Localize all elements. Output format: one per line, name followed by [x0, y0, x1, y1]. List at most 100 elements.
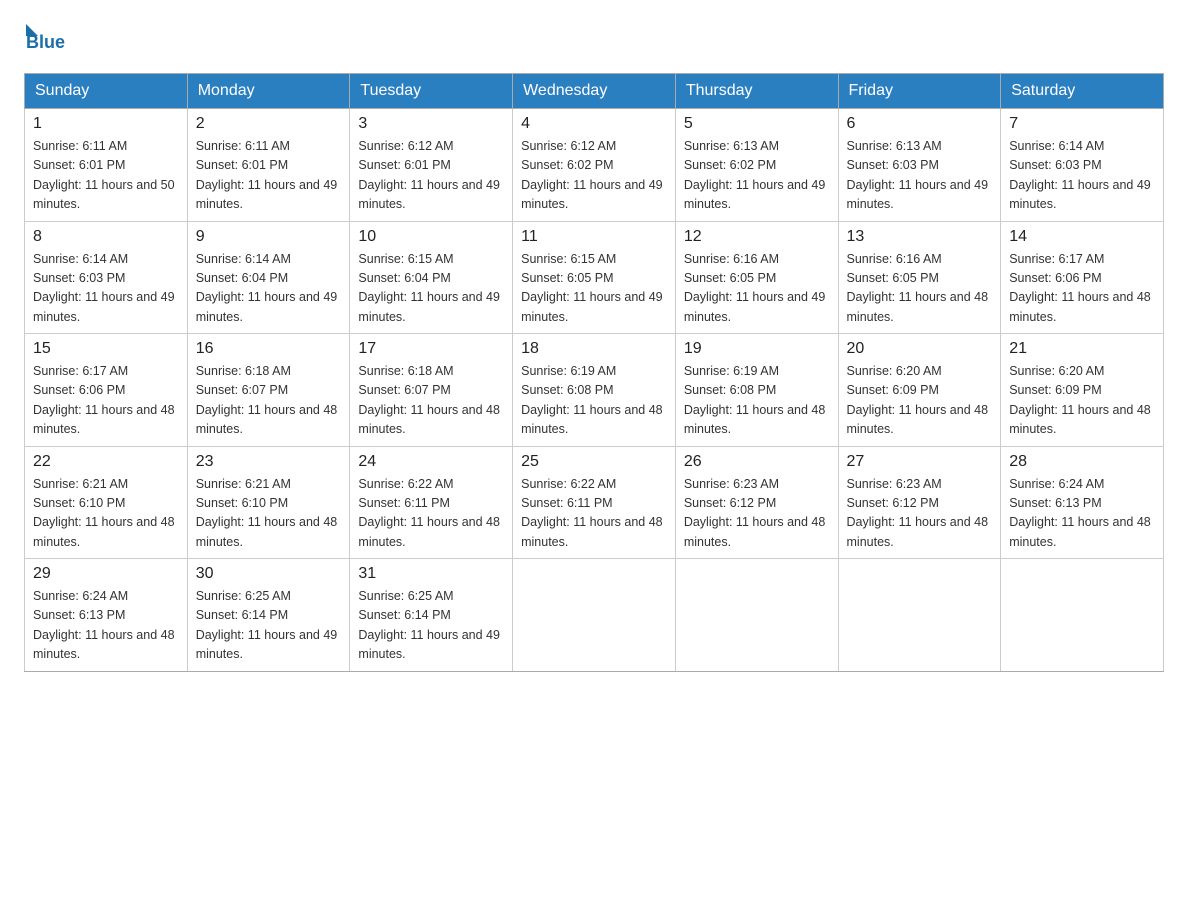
calendar-day-cell: 24 Sunrise: 6:22 AM Sunset: 6:11 PM Dayl… — [350, 446, 513, 559]
day-info: Sunrise: 6:18 AM Sunset: 6:07 PM Dayligh… — [196, 362, 342, 440]
calendar-header-row: SundayMondayTuesdayWednesdayThursdayFrid… — [25, 74, 1164, 109]
day-number: 26 — [684, 453, 830, 471]
day-number: 23 — [196, 453, 342, 471]
day-info: Sunrise: 6:11 AM Sunset: 6:01 PM Dayligh… — [196, 137, 342, 215]
logo-subtitle: Blue — [26, 32, 65, 53]
day-number: 19 — [684, 340, 830, 358]
calendar-day-cell: 20 Sunrise: 6:20 AM Sunset: 6:09 PM Dayl… — [838, 334, 1001, 447]
day-number: 31 — [358, 565, 504, 583]
day-number: 3 — [358, 115, 504, 133]
day-number: 21 — [1009, 340, 1155, 358]
calendar-day-cell: 26 Sunrise: 6:23 AM Sunset: 6:12 PM Dayl… — [675, 446, 838, 559]
calendar-day-cell — [838, 559, 1001, 672]
day-number: 14 — [1009, 228, 1155, 246]
calendar-week-row: 29 Sunrise: 6:24 AM Sunset: 6:13 PM Dayl… — [25, 559, 1164, 672]
day-info: Sunrise: 6:23 AM Sunset: 6:12 PM Dayligh… — [684, 475, 830, 553]
day-number: 1 — [33, 115, 179, 133]
day-number: 28 — [1009, 453, 1155, 471]
day-info: Sunrise: 6:25 AM Sunset: 6:14 PM Dayligh… — [196, 587, 342, 665]
day-info: Sunrise: 6:23 AM Sunset: 6:12 PM Dayligh… — [847, 475, 993, 553]
day-number: 12 — [684, 228, 830, 246]
day-info: Sunrise: 6:19 AM Sunset: 6:08 PM Dayligh… — [521, 362, 667, 440]
day-number: 16 — [196, 340, 342, 358]
day-number: 13 — [847, 228, 993, 246]
calendar-day-cell: 29 Sunrise: 6:24 AM Sunset: 6:13 PM Dayl… — [25, 559, 188, 672]
day-number: 6 — [847, 115, 993, 133]
calendar-week-row: 15 Sunrise: 6:17 AM Sunset: 6:06 PM Dayl… — [25, 334, 1164, 447]
day-info: Sunrise: 6:15 AM Sunset: 6:05 PM Dayligh… — [521, 250, 667, 328]
calendar-day-cell: 5 Sunrise: 6:13 AM Sunset: 6:02 PM Dayli… — [675, 109, 838, 222]
calendar-day-cell — [675, 559, 838, 672]
calendar-day-cell: 8 Sunrise: 6:14 AM Sunset: 6:03 PM Dayli… — [25, 221, 188, 334]
calendar-day-cell: 13 Sunrise: 6:16 AM Sunset: 6:05 PM Dayl… — [838, 221, 1001, 334]
day-of-week-header: Wednesday — [513, 74, 676, 109]
calendar-day-cell — [1001, 559, 1164, 672]
day-info: Sunrise: 6:19 AM Sunset: 6:08 PM Dayligh… — [684, 362, 830, 440]
day-of-week-header: Saturday — [1001, 74, 1164, 109]
calendar-day-cell: 18 Sunrise: 6:19 AM Sunset: 6:08 PM Dayl… — [513, 334, 676, 447]
calendar-day-cell: 10 Sunrise: 6:15 AM Sunset: 6:04 PM Dayl… — [350, 221, 513, 334]
calendar-day-cell: 15 Sunrise: 6:17 AM Sunset: 6:06 PM Dayl… — [25, 334, 188, 447]
day-number: 24 — [358, 453, 504, 471]
calendar-day-cell: 16 Sunrise: 6:18 AM Sunset: 6:07 PM Dayl… — [187, 334, 350, 447]
calendar-day-cell: 31 Sunrise: 6:25 AM Sunset: 6:14 PM Dayl… — [350, 559, 513, 672]
day-info: Sunrise: 6:12 AM Sunset: 6:02 PM Dayligh… — [521, 137, 667, 215]
calendar-day-cell: 21 Sunrise: 6:20 AM Sunset: 6:09 PM Dayl… — [1001, 334, 1164, 447]
day-info: Sunrise: 6:14 AM Sunset: 6:04 PM Dayligh… — [196, 250, 342, 328]
calendar-day-cell: 1 Sunrise: 6:11 AM Sunset: 6:01 PM Dayli… — [25, 109, 188, 222]
day-info: Sunrise: 6:17 AM Sunset: 6:06 PM Dayligh… — [1009, 250, 1155, 328]
day-info: Sunrise: 6:15 AM Sunset: 6:04 PM Dayligh… — [358, 250, 504, 328]
day-info: Sunrise: 6:21 AM Sunset: 6:10 PM Dayligh… — [196, 475, 342, 553]
day-number: 4 — [521, 115, 667, 133]
day-number: 30 — [196, 565, 342, 583]
day-info: Sunrise: 6:12 AM Sunset: 6:01 PM Dayligh… — [358, 137, 504, 215]
page-header: Blue — [24, 24, 1164, 53]
calendar-day-cell: 6 Sunrise: 6:13 AM Sunset: 6:03 PM Dayli… — [838, 109, 1001, 222]
day-number: 17 — [358, 340, 504, 358]
day-number: 5 — [684, 115, 830, 133]
day-info: Sunrise: 6:22 AM Sunset: 6:11 PM Dayligh… — [521, 475, 667, 553]
day-info: Sunrise: 6:25 AM Sunset: 6:14 PM Dayligh… — [358, 587, 504, 665]
calendar-table: SundayMondayTuesdayWednesdayThursdayFrid… — [24, 73, 1164, 672]
calendar-day-cell: 14 Sunrise: 6:17 AM Sunset: 6:06 PM Dayl… — [1001, 221, 1164, 334]
calendar-week-row: 1 Sunrise: 6:11 AM Sunset: 6:01 PM Dayli… — [25, 109, 1164, 222]
day-info: Sunrise: 6:18 AM Sunset: 6:07 PM Dayligh… — [358, 362, 504, 440]
day-info: Sunrise: 6:13 AM Sunset: 6:02 PM Dayligh… — [684, 137, 830, 215]
day-info: Sunrise: 6:24 AM Sunset: 6:13 PM Dayligh… — [33, 587, 179, 665]
calendar-day-cell: 7 Sunrise: 6:14 AM Sunset: 6:03 PM Dayli… — [1001, 109, 1164, 222]
calendar-day-cell: 19 Sunrise: 6:19 AM Sunset: 6:08 PM Dayl… — [675, 334, 838, 447]
day-info: Sunrise: 6:14 AM Sunset: 6:03 PM Dayligh… — [1009, 137, 1155, 215]
day-number: 15 — [33, 340, 179, 358]
day-info: Sunrise: 6:22 AM Sunset: 6:11 PM Dayligh… — [358, 475, 504, 553]
calendar-day-cell: 17 Sunrise: 6:18 AM Sunset: 6:07 PM Dayl… — [350, 334, 513, 447]
day-of-week-header: Tuesday — [350, 74, 513, 109]
day-number: 22 — [33, 453, 179, 471]
calendar-day-cell: 3 Sunrise: 6:12 AM Sunset: 6:01 PM Dayli… — [350, 109, 513, 222]
day-number: 20 — [847, 340, 993, 358]
day-info: Sunrise: 6:21 AM Sunset: 6:10 PM Dayligh… — [33, 475, 179, 553]
day-number: 25 — [521, 453, 667, 471]
day-of-week-header: Monday — [187, 74, 350, 109]
day-number: 18 — [521, 340, 667, 358]
calendar-day-cell: 11 Sunrise: 6:15 AM Sunset: 6:05 PM Dayl… — [513, 221, 676, 334]
calendar-day-cell: 22 Sunrise: 6:21 AM Sunset: 6:10 PM Dayl… — [25, 446, 188, 559]
day-info: Sunrise: 6:16 AM Sunset: 6:05 PM Dayligh… — [847, 250, 993, 328]
day-of-week-header: Thursday — [675, 74, 838, 109]
day-number: 29 — [33, 565, 179, 583]
day-of-week-header: Sunday — [25, 74, 188, 109]
calendar-day-cell: 28 Sunrise: 6:24 AM Sunset: 6:13 PM Dayl… — [1001, 446, 1164, 559]
day-info: Sunrise: 6:13 AM Sunset: 6:03 PM Dayligh… — [847, 137, 993, 215]
calendar-day-cell: 2 Sunrise: 6:11 AM Sunset: 6:01 PM Dayli… — [187, 109, 350, 222]
day-number: 11 — [521, 228, 667, 246]
calendar-week-row: 22 Sunrise: 6:21 AM Sunset: 6:10 PM Dayl… — [25, 446, 1164, 559]
day-number: 7 — [1009, 115, 1155, 133]
day-info: Sunrise: 6:17 AM Sunset: 6:06 PM Dayligh… — [33, 362, 179, 440]
day-info: Sunrise: 6:11 AM Sunset: 6:01 PM Dayligh… — [33, 137, 179, 215]
calendar-day-cell: 4 Sunrise: 6:12 AM Sunset: 6:02 PM Dayli… — [513, 109, 676, 222]
calendar-day-cell: 12 Sunrise: 6:16 AM Sunset: 6:05 PM Dayl… — [675, 221, 838, 334]
day-number: 8 — [33, 228, 179, 246]
day-number: 2 — [196, 115, 342, 133]
day-number: 9 — [196, 228, 342, 246]
day-info: Sunrise: 6:20 AM Sunset: 6:09 PM Dayligh… — [847, 362, 993, 440]
day-info: Sunrise: 6:16 AM Sunset: 6:05 PM Dayligh… — [684, 250, 830, 328]
